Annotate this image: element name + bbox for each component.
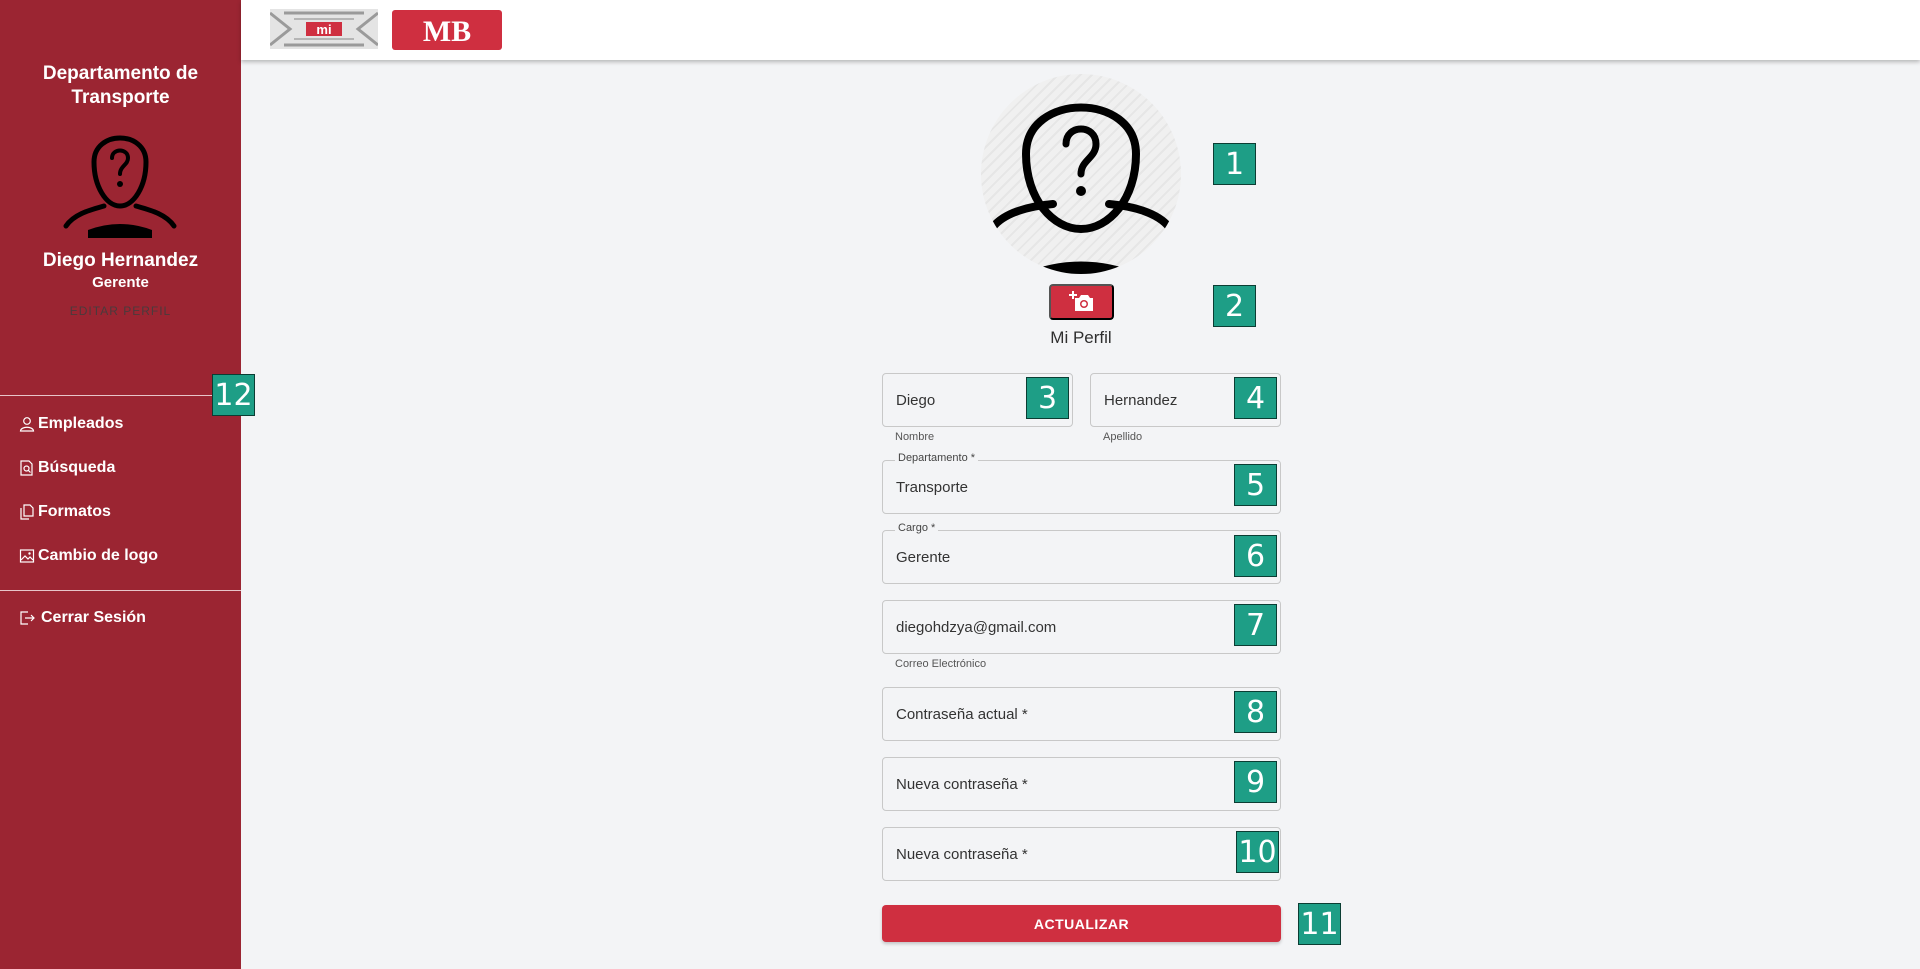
email-helper: Correo Electrónico bbox=[895, 658, 987, 670]
nav-item-cambio-de-logo[interactable]: Cambio de logo bbox=[18, 547, 158, 565]
user-icon bbox=[18, 415, 36, 433]
unknown-person-avatar-icon bbox=[989, 103, 1173, 274]
top-header: mi MB bbox=[241, 0, 1920, 60]
page-title: Mi Perfil bbox=[1050, 328, 1112, 347]
annotation-badge-10: 10 bbox=[1236, 831, 1279, 873]
edit-profile-link[interactable]: EDITAR PERFIL bbox=[0, 304, 241, 318]
document-search-icon bbox=[18, 459, 36, 477]
position-field[interactable]: Cargo * bbox=[882, 522, 1281, 584]
current-password-input[interactable] bbox=[896, 688, 1267, 740]
user-name: Diego Hernandez bbox=[42, 250, 199, 271]
confirm-password-input[interactable] bbox=[896, 828, 1267, 880]
annotation-badge-4: 4 bbox=[1234, 377, 1277, 419]
annotation-badge-1: 1 bbox=[1213, 143, 1256, 185]
last-name-helper: Apellido bbox=[1103, 431, 1143, 443]
confirm-password-field[interactable] bbox=[882, 827, 1281, 881]
position-input[interactable] bbox=[896, 531, 1267, 583]
annotation-badge-5: 5 bbox=[1234, 464, 1277, 506]
annotation-badge-8: 8 bbox=[1234, 691, 1277, 733]
logo-mi-text: mi bbox=[316, 22, 331, 37]
department-input[interactable] bbox=[896, 461, 1267, 513]
email-field[interactable] bbox=[882, 600, 1281, 654]
first-name-helper: Nombre bbox=[895, 431, 935, 443]
profile-avatar bbox=[981, 74, 1181, 274]
sidebar-divider bbox=[0, 395, 241, 396]
update-button[interactable]: ACTUALIZAR bbox=[882, 905, 1281, 942]
annotation-badge-7: 7 bbox=[1234, 604, 1277, 646]
annotation-badge-6: 6 bbox=[1234, 535, 1277, 577]
logout-icon bbox=[18, 609, 36, 627]
documents-icon bbox=[18, 503, 36, 521]
nav-item-empleados[interactable]: Empleados bbox=[18, 415, 123, 433]
nav-label: Empleados bbox=[38, 415, 124, 432]
nav-item-formatos[interactable]: Formatos bbox=[18, 503, 111, 521]
logout-button[interactable]: Cerrar Sesión bbox=[18, 609, 146, 627]
nav-label: Cambio de logo bbox=[38, 547, 158, 564]
sidebar: Departamento de Transporte Diego Hernand… bbox=[0, 0, 241, 969]
annotation-badge-3: 3 bbox=[1026, 377, 1069, 419]
nav-label: Formatos bbox=[38, 503, 111, 520]
new-password-field[interactable] bbox=[882, 757, 1281, 811]
nav-item-busqueda[interactable]: Búsqueda bbox=[18, 459, 115, 477]
annotation-badge-2: 2 bbox=[1213, 285, 1256, 327]
logo-mi: mi bbox=[270, 9, 378, 49]
sidebar-divider bbox=[0, 590, 241, 591]
annotation-badge-12: 12 bbox=[212, 374, 255, 416]
upload-photo-button[interactable] bbox=[1049, 284, 1114, 320]
annotation-badge-9: 9 bbox=[1234, 761, 1277, 803]
logout-label: Cerrar Sesión bbox=[41, 609, 146, 626]
user-role: Gerente bbox=[92, 274, 149, 291]
email-input[interactable] bbox=[896, 601, 1267, 653]
logo-mb: MB bbox=[392, 10, 502, 50]
logo-mb-text: MB bbox=[423, 15, 471, 48]
image-icon bbox=[18, 547, 36, 565]
add-photo-icon bbox=[1068, 291, 1093, 311]
nav-label: Búsqueda bbox=[38, 459, 116, 476]
department-title: Departamento de Transporte bbox=[42, 63, 199, 108]
new-password-input[interactable] bbox=[896, 758, 1267, 810]
annotation-badge-11: 11 bbox=[1298, 903, 1341, 945]
current-password-field[interactable] bbox=[882, 687, 1281, 741]
department-field[interactable]: Departamento * bbox=[882, 452, 1281, 514]
unknown-person-avatar-icon bbox=[63, 135, 177, 238]
